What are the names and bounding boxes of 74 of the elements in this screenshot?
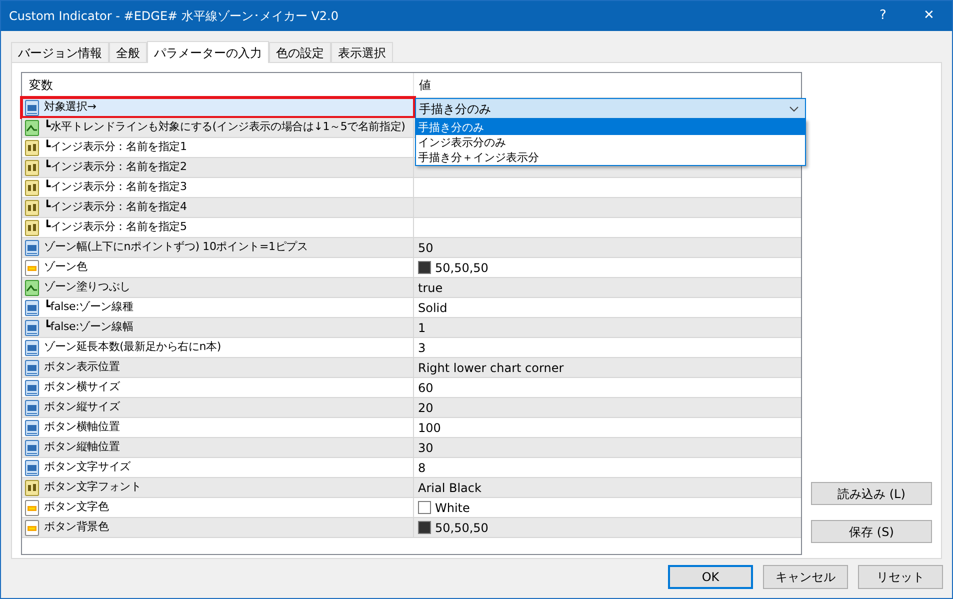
text-icon [25, 220, 39, 236]
color-icon [25, 520, 39, 536]
dropdown-field[interactable]: 手描き分のみ [415, 98, 806, 119]
close-button[interactable]: ✕ [906, 1, 952, 31]
dropdown-option[interactable]: 手描き分のみ [416, 120, 805, 135]
parameter-name-cell[interactable]: 対象選択→ [22, 98, 414, 117]
parameter-name-cell[interactable]: ┗インジ表示分：名前を指定5 [22, 218, 414, 237]
side-button[interactable]: 読み込み (L) [811, 482, 932, 505]
text-icon [25, 200, 39, 216]
number-icon [25, 460, 39, 476]
side-button[interactable]: 保存 (S) [811, 520, 932, 543]
parameter-name-cell[interactable]: ボタン文字フォント [22, 478, 414, 497]
dropdown-option[interactable]: インジ表示分のみ [416, 135, 805, 150]
value-cell[interactable]: White [414, 498, 801, 517]
parameter-name-cell[interactable]: ボタン横軸位置 [22, 418, 414, 437]
number-icon [25, 100, 39, 116]
value-cell[interactable]: 50,50,50 [414, 258, 801, 277]
number-icon [25, 440, 39, 456]
parameter-name-cell[interactable]: ボタン縦サイズ [22, 398, 414, 417]
value-cell[interactable]: 100 [414, 418, 801, 437]
parameter-name-cell[interactable]: ┗インジ表示分：名前を指定2 [22, 158, 414, 177]
dialog-button[interactable]: キャンセル [763, 565, 848, 589]
parameter-name-cell[interactable]: ゾーン塗りつぶし [22, 278, 414, 297]
tab[interactable]: 表示選択 [331, 42, 393, 62]
tab[interactable]: バージョン情報 [11, 42, 109, 62]
number-icon [25, 420, 39, 436]
parameter-name-cell[interactable]: ┗インジ表示分：名前を指定3 [22, 178, 414, 197]
parameter-name-cell[interactable]: ボタン表示位置 [22, 358, 414, 377]
parameter-name-cell[interactable]: ボタン縦軸位置 [22, 438, 414, 457]
number-icon [25, 300, 39, 316]
parameter-name-cell[interactable]: ボタン文字サイズ [22, 458, 414, 477]
chevron-down-icon [789, 106, 799, 112]
value-cell[interactable]: 50,50,50 [414, 518, 801, 537]
window-title: Custom Indicator - #EDGE# 水平線ゾーン･メイカー V2.0 [9, 8, 339, 25]
text-icon [25, 480, 39, 496]
parameter-name-cell[interactable]: ゾーン延長本数(最新足から右にn本) [22, 338, 414, 357]
text-icon [25, 160, 39, 176]
parameter-name-cell[interactable]: ボタン背景色 [22, 518, 414, 537]
parameter-name-cell[interactable]: ┗インジ表示分：名前を指定4 [22, 198, 414, 217]
value-cell[interactable]: 30 [414, 438, 801, 457]
number-icon [25, 400, 39, 416]
number-icon [25, 320, 39, 336]
value-cell[interactable]: 3 [414, 338, 801, 357]
dialog-button[interactable]: リセット [858, 565, 943, 589]
value-cell[interactable]: Arial Black [414, 478, 801, 497]
tab[interactable]: 色の設定 [269, 42, 331, 62]
number-icon [25, 380, 39, 396]
parameter-name-cell[interactable]: ┗false:ゾーン線種 [22, 298, 414, 317]
parameter-name-cell[interactable]: ボタン文字色 [22, 498, 414, 517]
value-cell[interactable]: 60 [414, 378, 801, 397]
text-icon [25, 140, 39, 156]
dropdown-option[interactable]: 手描き分＋インジ表示分 [416, 150, 805, 165]
column-header: 値 [418, 77, 432, 94]
parameter-name-cell[interactable]: ┗インジ表示分：名前を指定1 [22, 138, 414, 157]
value-cell[interactable]: Right lower chart corner [414, 358, 801, 377]
value-cell[interactable]: true [414, 278, 801, 297]
number-icon [25, 340, 39, 356]
tab[interactable]: パラメーターの入力 [147, 41, 269, 63]
number-icon [25, 240, 39, 256]
value-cell[interactable]: 1 [414, 318, 801, 337]
parameter-name-cell[interactable]: ボタン横サイズ [22, 378, 414, 397]
number-icon [25, 360, 39, 376]
parameter-name-cell[interactable]: ┗水平トレンドラインも対象にする(インジ表示の場合は↓1～5で名前指定) [22, 118, 414, 137]
parameter-name-cell[interactable]: ゾーン幅(上下にnポイントずつ) 10ポイント=1ピプス [22, 238, 414, 257]
value-cell[interactable]: Solid [414, 298, 801, 317]
dialog-button[interactable]: OK [668, 565, 753, 589]
value-cell[interactable]: 50 [414, 238, 801, 257]
value-cell[interactable]: 20 [414, 398, 801, 417]
parameter-name-cell[interactable]: ┗false:ゾーン線幅 [22, 318, 414, 337]
value-cell[interactable]: 8 [414, 458, 801, 477]
help-button[interactable]: ? [860, 1, 906, 31]
tab[interactable]: 全般 [109, 42, 147, 62]
text-icon [25, 180, 39, 196]
parameter-name-cell[interactable]: ゾーン色 [22, 258, 414, 277]
